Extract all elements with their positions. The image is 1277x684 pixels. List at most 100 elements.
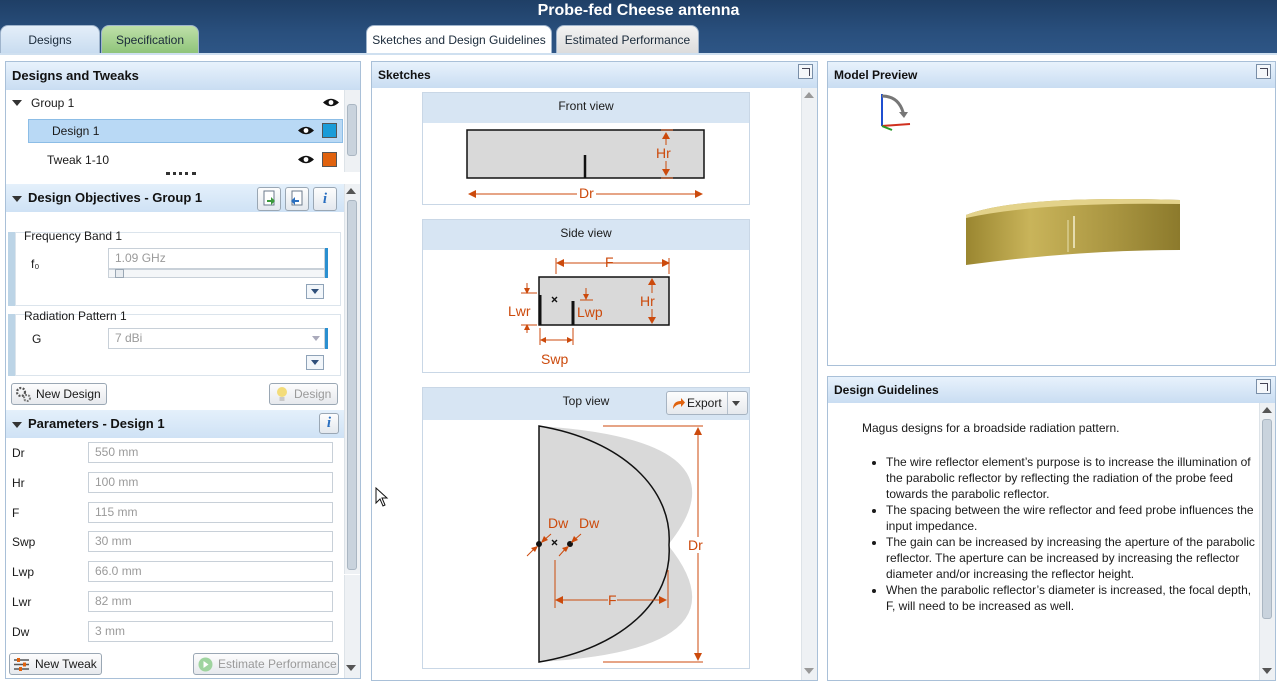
new-design-label: New Design xyxy=(36,387,101,401)
visibility-eye-icon[interactable] xyxy=(297,154,315,165)
parameters-title: Parameters - Design 1 xyxy=(28,416,165,431)
estimate-performance-label: Estimate Performance xyxy=(218,657,337,671)
estimate-performance-button[interactable]: Estimate Performance xyxy=(193,653,339,675)
tree-scrollbar[interactable] xyxy=(344,90,360,172)
tree-tweak-label[interactable]: Tweak 1-10 xyxy=(47,153,109,167)
gears-icon xyxy=(15,386,31,402)
tree-design-label[interactable]: Design 1 xyxy=(52,124,99,138)
export-label: Export xyxy=(687,396,722,410)
param-value-field[interactable]: 550 mm xyxy=(88,442,333,463)
front-view-sketch: Front view Hr Dr xyxy=(422,92,750,205)
f-label: F xyxy=(605,254,614,270)
param-label: Dr xyxy=(12,446,25,460)
parameters-scrollbar[interactable] xyxy=(344,575,360,678)
guidelines-scrollbar[interactable] xyxy=(1259,403,1275,680)
guidelines-intro: Magus designs for a broadside radiation … xyxy=(862,421,1120,435)
tree-group-label[interactable]: Group 1 xyxy=(31,96,74,110)
guideline-item: The spacing between the wire reflector a… xyxy=(886,502,1256,534)
expand-dropdown-icon[interactable] xyxy=(306,284,324,299)
designs-panel-title: Designs and Tweaks xyxy=(6,62,360,90)
tweak-color-swatch[interactable] xyxy=(322,152,337,167)
design-button[interactable]: Design xyxy=(269,383,338,405)
model-preview-panel: Model Preview xyxy=(827,61,1276,366)
model-preview-title: Model Preview xyxy=(828,62,1275,88)
expand-dropdown-icon[interactable] xyxy=(306,355,324,370)
visibility-eye-icon[interactable] xyxy=(297,125,315,136)
popout-icon[interactable] xyxy=(1256,64,1271,79)
range-marker xyxy=(325,328,328,349)
mouse-cursor-icon xyxy=(375,487,389,507)
design-color-swatch[interactable] xyxy=(322,123,337,138)
new-design-button[interactable]: New Design xyxy=(11,383,107,405)
param-value-field[interactable]: 82 mm xyxy=(88,591,333,612)
collapse-arrow-icon[interactable] xyxy=(12,196,22,202)
parameters-header[interactable]: Parameters - Design 1 xyxy=(6,410,344,438)
gain-label: G xyxy=(32,332,42,346)
group-indicator xyxy=(8,232,15,306)
guideline-item: The wire reflector element’s purpose is … xyxy=(886,454,1256,502)
left-panel: Designs and Tweaks Group 1 Design 1 Twea… xyxy=(5,61,361,679)
export-arrow-icon xyxy=(673,398,685,409)
export-objectives-icon[interactable] xyxy=(285,187,309,211)
param-label: Hr xyxy=(12,475,25,490)
scroll-down-icon[interactable] xyxy=(346,665,356,671)
chevron-down-icon[interactable] xyxy=(312,336,320,341)
objectives-title: Design Objectives - Group 1 xyxy=(28,190,203,205)
f0-input[interactable]: 1.09 GHz xyxy=(108,248,325,269)
lwr-label: Lwr xyxy=(508,303,531,319)
scroll-up-icon[interactable] xyxy=(346,188,356,194)
side-view-title: Side view xyxy=(423,220,749,250)
top-view-sketch: Top view Export Dr F Dw Dw xyxy=(422,387,750,669)
chevron-down-icon[interactable] xyxy=(732,401,740,406)
antenna-3d-model[interactable] xyxy=(958,190,1188,270)
sliders-icon xyxy=(14,658,29,671)
range-marker xyxy=(325,248,328,278)
tab-divider xyxy=(0,53,1277,55)
design-button-label: Design xyxy=(294,387,332,401)
param-value-field[interactable]: 100 mm xyxy=(88,471,333,493)
guideline-item: When the parabolic reflector’s diameter … xyxy=(886,582,1256,614)
new-tweak-label: New Tweak xyxy=(35,657,97,671)
objectives-scrollbar[interactable] xyxy=(344,184,360,574)
tab-estimated-performance[interactable]: Estimated Performance xyxy=(556,25,699,53)
sketches-panel: Sketches Front view Hr Dr Side view F Hr… xyxy=(371,61,818,681)
tab-sketches[interactable]: Sketches and Design Guidelines xyxy=(366,25,552,53)
axis-triad-icon[interactable] xyxy=(874,90,919,132)
info-icon[interactable]: i xyxy=(319,413,339,434)
param-value-field[interactable]: 66.0 mm xyxy=(88,561,333,583)
popout-icon[interactable] xyxy=(1256,379,1271,394)
tab-designs[interactable]: Designs xyxy=(0,25,100,53)
popout-icon[interactable] xyxy=(798,64,813,79)
hr-label: Hr xyxy=(640,293,655,309)
slider-thumb[interactable] xyxy=(115,269,125,278)
import-objectives-icon[interactable] xyxy=(257,187,281,211)
f0-slider[interactable] xyxy=(108,269,325,278)
param-label: Dw xyxy=(12,624,30,639)
collapse-arrow-icon[interactable] xyxy=(12,100,22,106)
new-tweak-button[interactable]: New Tweak xyxy=(9,653,102,675)
export-button[interactable]: Export xyxy=(666,391,748,415)
play-icon xyxy=(198,657,213,672)
collapse-arrow-icon[interactable] xyxy=(12,422,22,428)
dw-label: Dw xyxy=(548,515,569,531)
guidelines-list: The wire reflector element’s purpose is … xyxy=(886,454,1256,614)
param-value-field[interactable]: 3 mm xyxy=(88,620,333,642)
param-value-field[interactable]: 30 mm xyxy=(88,531,333,553)
splitter-grip[interactable] xyxy=(166,172,196,176)
param-value-field[interactable]: 115 mm xyxy=(88,501,333,523)
tab-specification[interactable]: Specification xyxy=(101,25,199,53)
hr-label: Hr xyxy=(656,145,671,161)
front-view-title: Front view xyxy=(423,93,749,123)
f0-label: f₀ xyxy=(31,257,40,271)
dr-label: Dr xyxy=(688,537,703,553)
design-guidelines-title: Design Guidelines xyxy=(828,377,1275,403)
sketches-scrollbar[interactable] xyxy=(801,88,817,680)
dr-label: Dr xyxy=(577,185,596,201)
app-title: Probe-fed Cheese antenna xyxy=(537,2,740,19)
visibility-eye-icon[interactable] xyxy=(322,97,340,108)
info-icon[interactable]: i xyxy=(313,187,337,211)
swp-label: Swp xyxy=(541,351,569,367)
design-guidelines-panel: Design Guidelines Magus designs for a br… xyxy=(827,376,1276,681)
frequency-band-label: Frequency Band 1 xyxy=(24,229,123,243)
gain-select[interactable]: 7 dBi xyxy=(108,328,325,349)
